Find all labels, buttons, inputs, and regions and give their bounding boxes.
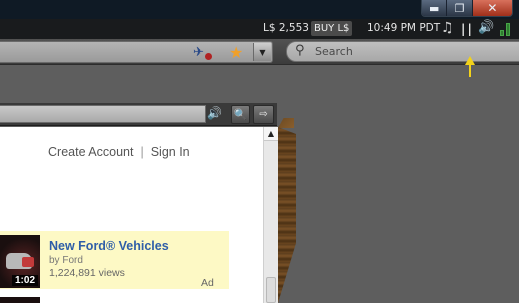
music-icon[interactable]: ♫ xyxy=(441,20,454,36)
favorite-star-icon[interactable]: ★ xyxy=(229,43,243,62)
ad-channel: by Ford xyxy=(49,255,83,266)
media-volume-icon[interactable]: 🔊 xyxy=(207,106,222,120)
create-account-link[interactable]: Create Account xyxy=(48,145,133,159)
video-duration-badge: 1:02 xyxy=(11,275,38,286)
gesture-alert-dot xyxy=(205,53,212,60)
zoom-button[interactable]: 🔍 xyxy=(231,105,250,124)
search-box[interactable]: ⚲ xyxy=(286,41,519,62)
restore-icon: ❐ xyxy=(454,1,465,15)
linden-balance[interactable]: L$ 2,553 xyxy=(263,22,309,34)
sign-in-link[interactable]: Sign In xyxy=(151,145,190,159)
buy-currency-button[interactable]: BUY L$ xyxy=(311,21,353,36)
popout-button[interactable]: ⇨ xyxy=(253,105,274,124)
annotation-arrow-shaft xyxy=(469,63,471,77)
minimize-button[interactable]: ▬ xyxy=(422,0,448,16)
popout-icon: ⇨ xyxy=(259,109,268,120)
navigation-bar: ✈ ★ ▼ ⚲ xyxy=(0,39,519,65)
close-icon: ✕ xyxy=(487,1,498,15)
magnifier-icon: 🔍 xyxy=(233,108,248,121)
volume-icon[interactable]: 🔊 xyxy=(478,20,494,35)
window-controls: ▬ ❐ ✕ xyxy=(421,0,513,17)
minimize-icon: ▬ xyxy=(429,1,440,15)
scroll-up-button[interactable]: ▲ xyxy=(264,127,278,141)
location-bar[interactable]: ✈ ★ ▼ xyxy=(0,41,273,63)
ad-thumbnail[interactable]: 1:02 xyxy=(0,235,40,288)
pause-icon[interactable]: | | xyxy=(461,22,472,36)
link-separator: | xyxy=(140,145,144,159)
media-floater-toolbar: 🔊 🔍 ⇨ xyxy=(0,103,277,126)
search-input[interactable] xyxy=(315,43,505,60)
scroll-thumb[interactable] xyxy=(266,277,276,303)
gesture-icon[interactable]: ✈ xyxy=(193,45,204,60)
signal-icon[interactable] xyxy=(500,23,514,36)
location-dropdown-button[interactable]: ▼ xyxy=(253,43,271,61)
close-button[interactable]: ✕ xyxy=(472,0,512,16)
ad-title-link[interactable]: New Ford® Vehicles xyxy=(49,239,169,253)
next-video-thumbnail[interactable] xyxy=(0,297,40,303)
search-icon: ⚲ xyxy=(295,43,305,58)
status-bar: L$ 2,553 BUY L$ 10:49 PM PDT ♫ | | 🔊 xyxy=(0,19,519,39)
prim-wood-edge xyxy=(278,127,296,303)
chevron-down-icon: ▼ xyxy=(259,47,266,57)
restore-button[interactable]: ❐ xyxy=(447,0,473,16)
clock: 10:49 PM PDT xyxy=(367,22,441,34)
page-scrollbar[interactable]: ▲ xyxy=(263,127,278,303)
prim-top-edge xyxy=(278,118,294,128)
account-links: Create Account | Sign In xyxy=(48,145,190,159)
web-page-content: Create Account | Sign In 1:02 New Ford® Ve… xyxy=(0,127,263,303)
arrow-up-icon: ▲ xyxy=(267,129,275,138)
media-url-field[interactable] xyxy=(0,105,206,123)
window-titlebar: ▬ ❐ ✕ xyxy=(0,0,519,19)
sponsored-video-ad[interactable]: 1:02 New Ford® Vehicles by Ford 1,224,89… xyxy=(0,231,229,289)
ad-badge: Ad xyxy=(201,277,214,289)
ad-view-count: 1,224,891 views xyxy=(49,267,125,279)
